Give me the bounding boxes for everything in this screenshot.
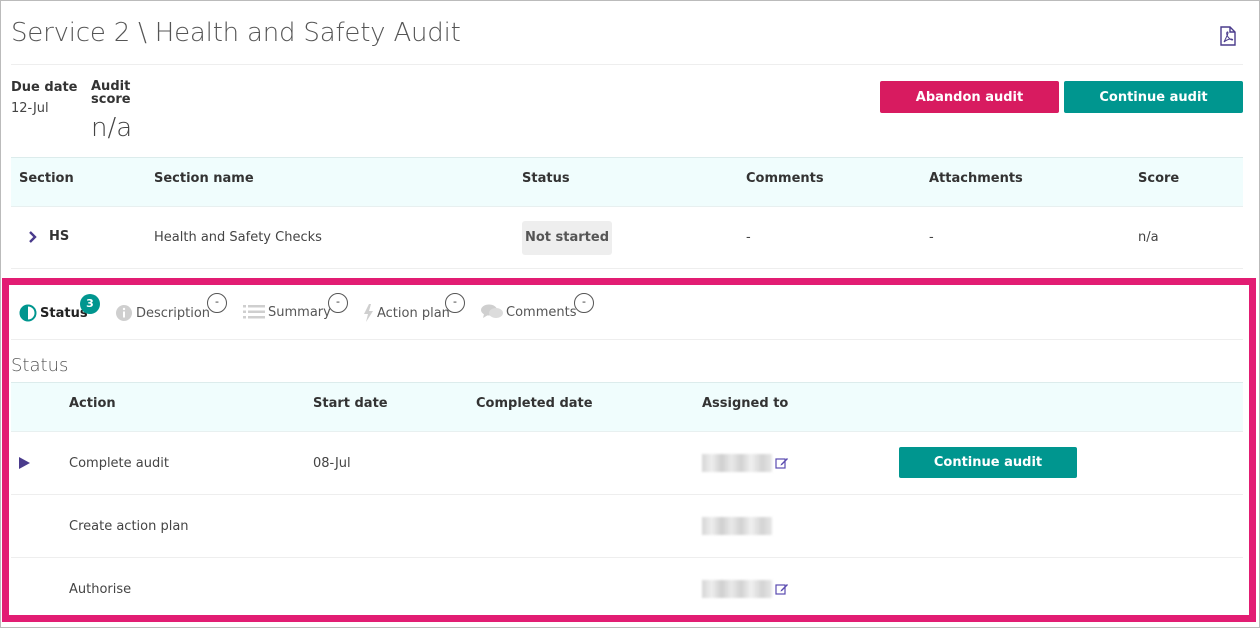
column-header-completed-date: Completed date (476, 396, 593, 411)
due-date-value: 12-Jul (11, 101, 49, 116)
section-comments: - (746, 230, 751, 245)
audit-score-value: n/a (91, 113, 133, 143)
tab-action-plan[interactable]: Action plan (363, 304, 450, 322)
column-header-section-name: Section name (154, 171, 254, 186)
lightning-icon (364, 304, 373, 322)
column-header-status: Status (522, 171, 570, 186)
chat-bubbles-icon (481, 304, 503, 318)
tab-description-label: Description (136, 305, 211, 321)
column-header-comments: Comments (746, 171, 824, 186)
continue-audit-button[interactable]: Continue audit (1064, 81, 1243, 113)
section-name: Health and Safety Checks (154, 230, 322, 245)
info-icon (116, 305, 132, 321)
tab-description[interactable]: Description (115, 304, 210, 322)
pdf-file-icon[interactable] (1219, 26, 1237, 46)
assigned-user-redacted (702, 517, 772, 535)
tab-description-badge: - (207, 293, 227, 313)
audit-score-label: Audit score (91, 79, 131, 107)
status-heading: Status (11, 355, 69, 376)
abandon-audit-button[interactable]: Abandon audit (880, 81, 1059, 113)
action-start-date: 08-Jul (313, 456, 351, 471)
column-header-attachments: Attachments (929, 171, 1023, 186)
action-name: Authorise (69, 582, 132, 597)
continue-audit-row-button[interactable]: Continue audit (899, 447, 1077, 478)
table-row[interactable]: HS Health and Safety Checks Not started … (11, 207, 1243, 269)
edit-icon[interactable] (775, 456, 789, 470)
status-badge: Not started (522, 221, 612, 255)
action-name: Complete audit (69, 456, 169, 471)
assigned-user-redacted (702, 454, 772, 472)
chevron-right-icon[interactable] (27, 229, 39, 245)
section-attachments: - (929, 230, 934, 245)
panel-tabs: Status 3 Description - Summary - Action … (11, 290, 1243, 340)
tab-summary[interactable]: Summary (243, 304, 331, 320)
tab-status-count-badge: 3 (80, 294, 100, 314)
assigned-user-redacted (702, 580, 772, 598)
edit-icon[interactable] (775, 582, 789, 596)
play-triangle-icon[interactable] (19, 457, 30, 469)
tab-comments-badge: - (574, 293, 594, 313)
tab-summary-label: Summary (268, 304, 331, 320)
section-score: n/a (1138, 230, 1159, 245)
page-title: Service 2 \ Health and Safety Audit (11, 18, 461, 48)
tab-action-plan-badge: - (445, 293, 465, 313)
column-header-score: Score (1138, 171, 1180, 186)
tab-status[interactable]: Status (19, 304, 88, 322)
column-header-assigned-to: Assigned to (702, 396, 789, 411)
actions-table-header: Action Start date Completed date Assigne… (11, 382, 1243, 432)
tab-action-plan-label: Action plan (377, 305, 450, 321)
sections-table-header: Section Section name Status Comments Att… (11, 157, 1243, 207)
column-header-section: Section (19, 171, 74, 186)
section-code: HS (49, 229, 70, 244)
tab-comments-label: Comments (506, 304, 577, 320)
header-divider (11, 64, 1243, 65)
half-circle-icon (19, 304, 37, 322)
due-date-label: Due date (11, 80, 78, 95)
column-header-action: Action (69, 396, 116, 411)
table-row[interactable]: Authorise (11, 558, 1243, 621)
action-name: Create action plan (69, 519, 189, 534)
tab-summary-badge: - (328, 293, 348, 313)
column-header-start-date: Start date (313, 396, 388, 411)
tab-comments[interactable]: Comments (481, 304, 576, 320)
table-row[interactable]: Complete audit 08-Jul Continue audit (11, 432, 1243, 495)
table-row[interactable]: Create action plan (11, 495, 1243, 558)
list-icon (243, 305, 265, 319)
